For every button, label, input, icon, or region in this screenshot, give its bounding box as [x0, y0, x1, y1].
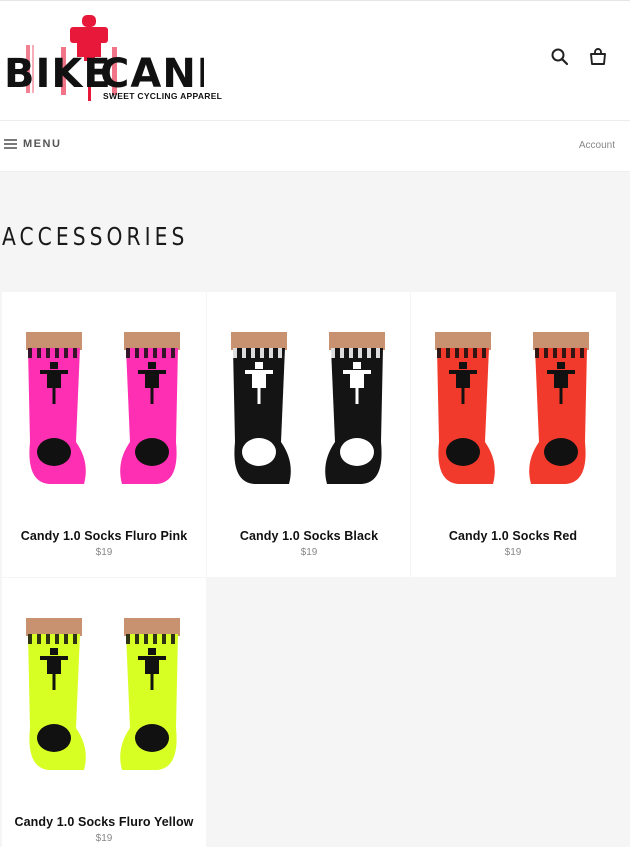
- account-link[interactable]: Account: [579, 140, 615, 151]
- product-price: $19: [95, 833, 113, 844]
- product-card-red[interactable]: Candy 1.0 Socks Red $19: [411, 292, 616, 577]
- product-image[interactable]: [207, 292, 411, 522]
- product-price: $19: [95, 547, 113, 558]
- logo-tagline: SWEET CYCLING APPAREL: [103, 91, 223, 101]
- menu-label: MENU: [23, 138, 62, 150]
- product-title[interactable]: Candy 1.0 Socks Black: [207, 529, 411, 543]
- product-title[interactable]: Candy 1.0 Socks Fluro Yellow: [2, 815, 206, 829]
- search-icon[interactable]: [550, 47, 570, 67]
- product-image[interactable]: [2, 292, 206, 522]
- hamburger-icon: [4, 139, 17, 149]
- product-card-fluro-yellow[interactable]: Candy 1.0 Socks Fluro Yellow $19: [2, 578, 206, 847]
- menu-button[interactable]: MENU: [4, 138, 61, 150]
- logo-word-left: BIKE: [4, 51, 112, 97]
- sock-illustration: [325, 332, 385, 484]
- sock-illustration: [26, 332, 86, 484]
- sock-illustration: [120, 332, 180, 484]
- page-title: ACCESSORIES: [2, 222, 189, 251]
- product-card-fluro-pink[interactable]: Candy 1.0 Socks Fluro Pink $19: [2, 292, 206, 577]
- site-header: BIKE CANDY SWEET CYCLING APPAREL: [0, 0, 630, 121]
- product-card-black[interactable]: Candy 1.0 Socks Black $19: [207, 292, 410, 577]
- sock-illustration: [231, 332, 291, 484]
- product-title[interactable]: Candy 1.0 Socks Fluro Pink: [2, 529, 206, 543]
- sock-illustration: [26, 618, 86, 770]
- sock-illustration: [435, 332, 495, 484]
- sock-illustration: [529, 332, 589, 484]
- product-price: $19: [300, 547, 318, 558]
- product-title[interactable]: Candy 1.0 Socks Red: [411, 529, 615, 543]
- sock-illustration: [120, 618, 180, 770]
- cart-icon[interactable]: [588, 47, 608, 67]
- product-image[interactable]: [2, 578, 206, 808]
- product-price: $19: [504, 547, 522, 558]
- product-image[interactable]: [411, 292, 615, 522]
- nav-bar: MENU Account: [0, 121, 630, 172]
